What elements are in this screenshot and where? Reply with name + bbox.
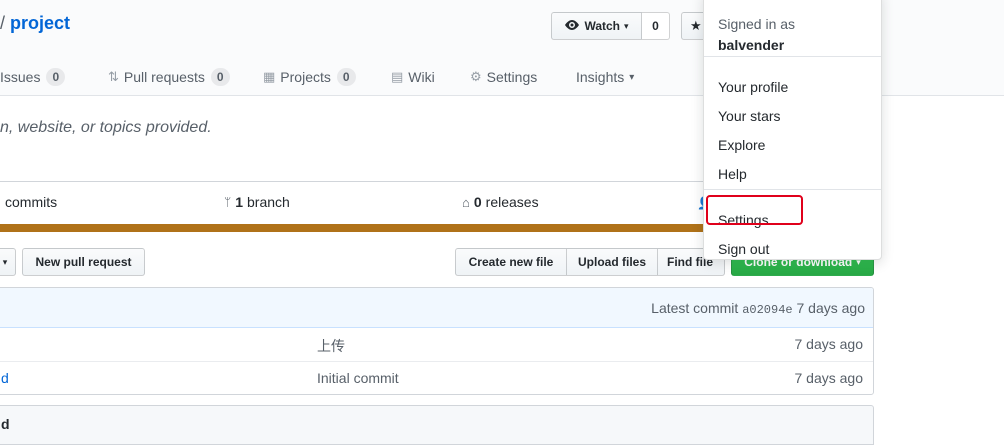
table-row: 上传 7 days ago (0, 336, 873, 362)
readme-header: d (0, 405, 874, 445)
tab-insights[interactable]: Insights ▾ (576, 66, 634, 88)
username: balvender (718, 37, 785, 53)
watch-count[interactable]: 0 (642, 12, 670, 40)
row-divider (0, 361, 873, 362)
tab-insights-label: Insights (576, 69, 625, 85)
repo-separator: / (0, 13, 6, 33)
tab-wiki-label: Wiki (408, 69, 435, 85)
upload-files-button[interactable]: Upload files (566, 248, 658, 276)
commits-link[interactable]: commits (5, 194, 57, 210)
tab-pull-requests-label: Pull requests (123, 69, 205, 85)
tab-issues-count: 0 (46, 68, 66, 86)
table-row: d Initial commit 7 days ago (0, 370, 873, 394)
commits-label: commits (5, 194, 58, 210)
repo-title: / project (0, 13, 70, 34)
user-dropdown-menu: Signed in as balvender Your profile Your… (703, 0, 882, 260)
file-list: Latest commit a02094e 7 days ago 上传 7 da… (0, 287, 874, 395)
language-bar (0, 224, 712, 232)
tab-pull-requests[interactable]: ⇅ Pull requests 0 (108, 66, 230, 88)
eye-icon (564, 19, 580, 34)
file-age: 7 days ago (794, 370, 864, 386)
tab-wiki[interactable]: ▤ Wiki (391, 66, 435, 88)
new-pull-request-button[interactable]: New pull request (22, 248, 145, 276)
branch-label: branch (247, 194, 290, 210)
tab-projects-count: 0 (336, 68, 356, 86)
star-icon: ★ (690, 18, 702, 33)
tab-issues-label: Issues (0, 69, 41, 85)
releases-link[interactable]: ⌂ 0 releases (462, 194, 539, 210)
tag-icon: ⌂ (462, 194, 470, 210)
project-board-icon: ▦ (263, 69, 276, 84)
tab-projects[interactable]: ▦ Projects 0 (263, 66, 356, 88)
book-icon: ▤ (391, 69, 404, 84)
menu-item-explore[interactable]: Explore (718, 137, 765, 153)
watch-label: Watch (584, 19, 621, 33)
readme-title: d (1, 416, 10, 432)
numbers-summary (0, 181, 712, 225)
tab-settings-label: Settings (486, 69, 538, 85)
gear-icon: ⚙ (470, 69, 482, 84)
branch-link[interactable]: ᛘ 1 branch (224, 194, 290, 210)
latest-commit-prefix: Latest commit (651, 300, 739, 316)
settings-highlight-box (706, 195, 803, 225)
tab-issues[interactable]: Issues 0 (0, 66, 66, 88)
menu-divider (704, 189, 881, 190)
file-name-link[interactable]: d (1, 370, 9, 386)
caret-down-icon: ▾ (624, 20, 629, 31)
watch-button[interactable]: Watch ▾ (551, 12, 642, 40)
latest-commit-sha[interactable]: a02094e (742, 303, 792, 317)
commit-message-link[interactable]: Initial commit (317, 370, 399, 386)
create-new-file-button[interactable]: Create new file (455, 248, 567, 276)
branch-count: 1 (235, 194, 243, 210)
signed-in-label: Signed in as (718, 16, 796, 32)
file-age: 7 days ago (794, 336, 864, 352)
latest-commit-info: Latest commit a02094e 7 days ago (651, 300, 865, 317)
releases-count: 0 (473, 194, 482, 210)
latest-commit-age: 7 days ago (796, 300, 866, 316)
repo-name-link[interactable]: project (10, 13, 70, 33)
caret-down-icon: ▾ (629, 71, 635, 83)
latest-commit-bar: Latest commit a02094e 7 days ago (0, 288, 873, 328)
caret-down-icon: ▾ (2, 256, 8, 267)
commit-message-link[interactable]: 上传 (317, 336, 345, 356)
menu-item-sign-out[interactable]: Sign out (718, 241, 769, 257)
tab-pull-requests-count: 0 (210, 68, 230, 86)
menu-item-help[interactable]: Help (718, 166, 747, 182)
menu-item-your-stars[interactable]: Your stars (718, 108, 781, 124)
branch-icon: ᛘ (224, 195, 232, 209)
menu-item-your-profile[interactable]: Your profile (718, 79, 788, 95)
tab-settings[interactable]: ⚙ Settings (470, 66, 537, 88)
menu-divider (704, 56, 881, 57)
pull-request-icon: ⇅ (108, 69, 119, 84)
tab-projects-label: Projects (280, 69, 331, 85)
releases-label: releases (485, 194, 539, 210)
repo-description: n, website, or topics provided. (0, 119, 212, 136)
branch-select-button[interactable]: ▾ (0, 248, 16, 276)
